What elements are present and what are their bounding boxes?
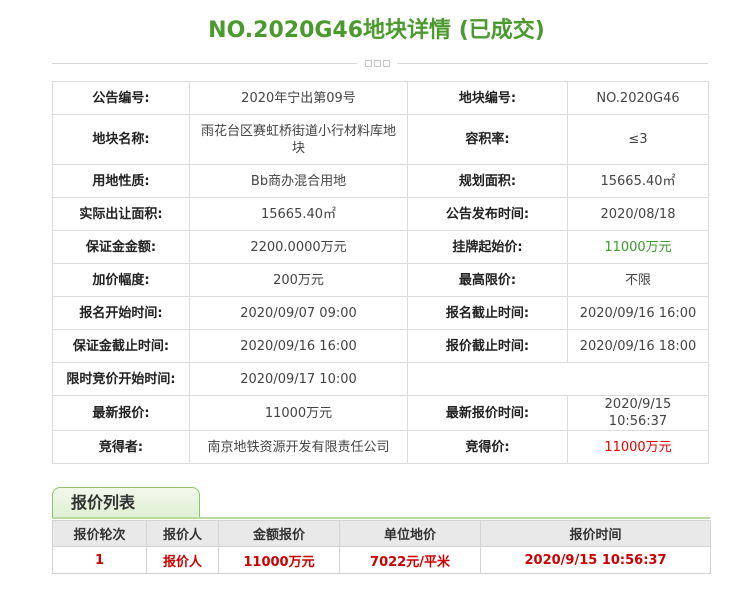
bid-list-table: 报价轮次 报价人 金额报价 单位地价 报价时间 1 报价人 11000万元 70… — [52, 520, 711, 574]
max-price-value: 不限 — [567, 263, 709, 297]
latest-bid-label: 最新报价: — [52, 395, 190, 431]
timed-bid-start-label: 限时竞价开始时间: — [52, 362, 190, 396]
planned-area-value: 15665.40㎡ — [567, 164, 709, 198]
actual-area-value: 15665.40㎡ — [189, 197, 408, 231]
plot-ratio-value: ≤3 — [567, 114, 709, 165]
detail-row: 保证金金额: 2200.0000万元 挂牌起始价: 11000万元 — [52, 230, 709, 264]
col-header-bid-time: 报价时间 — [480, 520, 711, 547]
signup-start-value: 2020/09/07 09:00 — [189, 296, 408, 330]
starting-price-label: 挂牌起始价: — [407, 230, 568, 264]
bid-time: 2020/9/15 10:56:37 — [480, 546, 711, 574]
latest-bid-value: 11000万元 — [189, 395, 408, 431]
deposit-amount-label: 保证金金额: — [52, 230, 190, 264]
planned-area-label: 规划面积: — [407, 164, 568, 198]
parcel-detail-table: 公告编号: 2020年宁出第09号 地块编号: NO.2020G46 地块名称:… — [52, 81, 709, 464]
page-title: NO.2020G46地块详情 (已成交) — [208, 18, 545, 43]
land-use-label: 用地性质: — [52, 164, 190, 198]
deposit-amount-value: 2200.0000万元 — [189, 230, 408, 264]
signup-end-value: 2020/09/16 16:00 — [567, 296, 709, 330]
announcement-no-value: 2020年宁出第09号 — [189, 81, 408, 115]
detail-row: 地块名称: 雨花台区赛虹桥街道小行材料库地块 容积率: ≤3 — [52, 114, 709, 165]
bid-unit-price: 7022元/平米 — [339, 546, 481, 574]
signup-end-label: 报名截止时间: — [407, 296, 568, 330]
plot-ratio-label: 容积率: — [407, 114, 568, 165]
detail-row: 报名开始时间: 2020/09/07 09:00 报名截止时间: 2020/09… — [52, 296, 709, 330]
detail-row: 最新报价: 11000万元 最新报价时间: 2020/9/15 10:56:37 — [52, 395, 709, 431]
detail-row: 竞得者: 南京地铁资源开发有限责任公司 竞得价: 11000万元 — [52, 430, 709, 464]
tab-bid-list[interactable]: 报价列表 — [52, 487, 200, 517]
empty-cell — [407, 362, 709, 396]
land-use-value: Bb商办混合用地 — [189, 164, 408, 198]
deposit-deadline-value: 2020/09/16 16:00 — [189, 329, 408, 363]
bid-deadline-value: 2020/09/16 18:00 — [567, 329, 709, 363]
publish-time-label: 公告发布时间: — [407, 197, 568, 231]
increment-label: 加价幅度: — [52, 263, 190, 297]
latest-bid-time-value: 2020/9/15 10:56:37 — [567, 395, 709, 431]
divider-ornament — [357, 58, 397, 68]
tab-underline — [52, 517, 710, 519]
winner-label: 竞得者: — [52, 430, 190, 464]
detail-row: 用地性质: Bb商办混合用地 规划面积: 15665.40㎡ — [52, 164, 709, 198]
bid-bidder: 报价人 — [146, 546, 219, 574]
latest-bid-time-label: 最新报价时间: — [407, 395, 568, 431]
detail-row: 加价幅度: 200万元 最高限价: 不限 — [52, 263, 709, 297]
deposit-deadline-label: 保证金截止时间: — [52, 329, 190, 363]
announcement-no-label: 公告编号: — [52, 81, 190, 115]
max-price-label: 最高限价: — [407, 263, 568, 297]
table-row: 1 报价人 11000万元 7022元/平米 2020/9/15 10:56:3… — [52, 546, 711, 574]
parcel-no-label: 地块编号: — [407, 81, 568, 115]
winning-price-value: 11000万元 — [567, 430, 709, 464]
winning-price-label: 竞得价: — [407, 430, 568, 464]
parcel-no-value: NO.2020G46 — [567, 81, 709, 115]
detail-row: 保证金截止时间: 2020/09/16 16:00 报价截止时间: 2020/0… — [52, 329, 709, 363]
increment-value: 200万元 — [189, 263, 408, 297]
bid-round: 1 — [52, 546, 147, 574]
bid-amount: 11000万元 — [218, 546, 340, 574]
parcel-name-label: 地块名称: — [52, 114, 190, 165]
winner-value: 南京地铁资源开发有限责任公司 — [189, 430, 408, 464]
publish-time-value: 2020/08/18 — [567, 197, 709, 231]
detail-row: 公告编号: 2020年宁出第09号 地块编号: NO.2020G46 — [52, 81, 709, 115]
col-header-round: 报价轮次 — [52, 520, 147, 547]
actual-area-label: 实际出让面积: — [52, 197, 190, 231]
col-header-unit-price: 单位地价 — [339, 520, 481, 547]
parcel-name-value: 雨花台区赛虹桥街道小行材料库地块 — [189, 114, 408, 165]
detail-row: 限时竞价开始时间: 2020/09/17 10:00 — [52, 362, 709, 396]
bid-header-row: 报价轮次 报价人 金额报价 单位地价 报价时间 — [52, 520, 711, 547]
detail-row: 实际出让面积: 15665.40㎡ 公告发布时间: 2020/08/18 — [52, 197, 709, 231]
starting-price-value: 11000万元 — [567, 230, 709, 264]
bid-deadline-label: 报价截止时间: — [407, 329, 568, 363]
col-header-bidder: 报价人 — [146, 520, 219, 547]
signup-start-label: 报名开始时间: — [52, 296, 190, 330]
col-header-amount: 金额报价 — [218, 520, 340, 547]
timed-bid-start-value: 2020/09/17 10:00 — [189, 362, 408, 396]
